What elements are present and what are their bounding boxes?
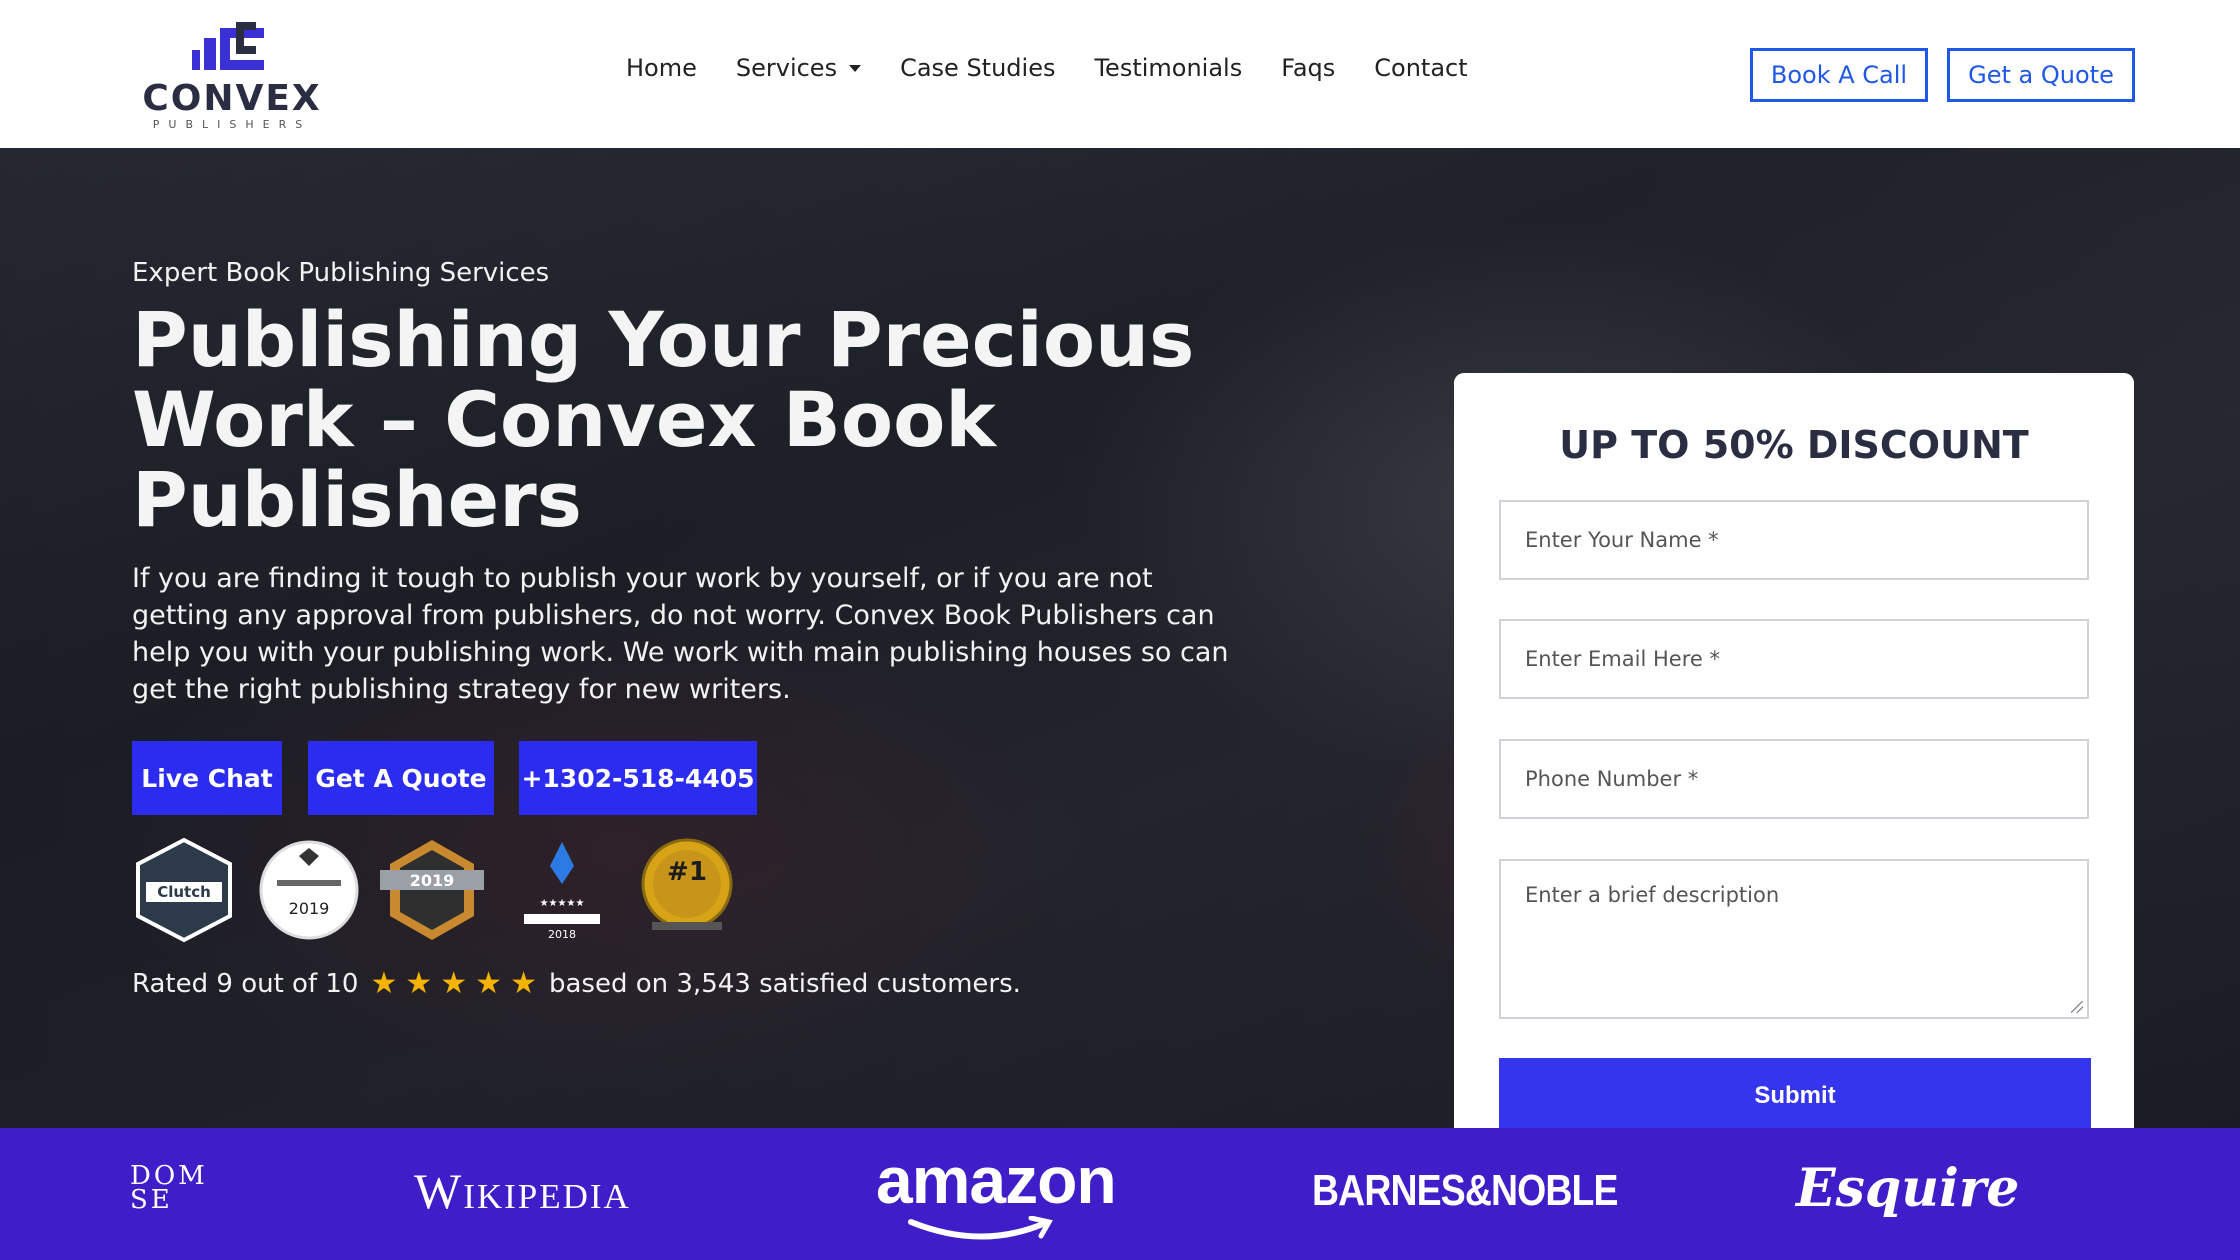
rating-suffix: based on 3,543 satisfied customers. [548,968,1021,999]
brand-domse-text: DOM SE [130,1161,208,1215]
svg-text:★★★★★: ★★★★★ [540,898,585,909]
rating-prefix: Rated 9 out of 10 [132,968,359,999]
brand-esquire-logo: Esquire [1796,1158,2020,1219]
hero-title: Publishing Your Precious Work – Convex B… [132,295,1195,544]
discount-form: UP TO 50% DISCOUNT Enter Your Name * Ent… [1454,373,2134,1179]
star-icon: ★ [510,966,537,1001]
resize-handle-icon[interactable] [2071,1001,2083,1013]
logo-name: CONVEX [142,78,322,119]
submit-button[interactable]: Submit [1499,1058,2091,1134]
main-nav: Home Services Case Studies Testimonials … [626,54,1507,82]
hero-eyebrow: Expert Book Publishing Services [132,258,550,288]
clutch-badge-text: Clutch [157,883,211,901]
amazon-smile-icon [908,1216,1053,1240]
description-placeholder: Enter a brief description [1525,883,1780,907]
phone-button[interactable]: +1302-518-4405 [519,741,757,815]
nav-services[interactable]: Services [735,54,862,82]
nav-home[interactable]: Home [626,54,697,82]
chevron-down-icon [849,64,862,72]
top-content-badge-year: 2019 [289,899,330,918]
number-one-badge-text: #1 [667,857,707,887]
customer-rating: Rated 9 out of 10 ★ ★ ★ ★ ★ based on 3,5… [132,966,1021,1001]
brand-wikipedia-logo: Wikipedia [414,1163,631,1219]
hero-description: If you are finding it tough to publish y… [132,563,1229,705]
phone-field[interactable]: Phone Number * [1499,739,2089,819]
get-a-quote-button[interactable]: Get a Quote [1947,48,2135,102]
email-field[interactable]: Enter Email Here * [1499,619,2089,699]
star-icon: ★ [370,966,398,1001]
brand-domse-logo: DOM SE [130,1161,210,1215]
brand-amazon-logo: amazon [876,1143,1117,1217]
clutch-badge-icon: Clutch [136,837,232,943]
hero-get-quote-button[interactable]: Get A Quote [308,741,494,815]
form-title: UP TO 50% DISCOUNT [1559,423,2029,467]
best-content-seo-badge-year: 2019 [410,871,455,890]
hero-section: Expert Book Publishing Services Publishi… [0,148,2240,1179]
description-textarea[interactable]: Enter a brief description [1499,859,2089,1019]
logo-subtitle: PUBLISHERS [152,118,312,131]
star-icon: ★ [405,966,433,1001]
live-chat-button[interactable]: Live Chat [132,741,282,815]
best-content-marketing-agency-badge-icon: ★★★★★ 2018 [524,842,600,941]
top-content-marketing-badge-icon: 2019 [259,840,359,940]
best-content-seo-badge-icon: 2019 [380,840,484,940]
convex-logo[interactable]: CONVEX PUBLISHERS [132,20,332,132]
brand-barnes-noble-logo: BARNES&NOBLE [1312,1166,1618,1215]
logo-mark-icon [192,22,264,70]
brand-logos-strip: DOM SE Wikipedia amazon BARNES&NOBLE Esq… [0,1128,2240,1260]
star-icon: ★ [475,966,503,1001]
nav-testimonials[interactable]: Testimonials [1094,54,1242,82]
best-content-agency-badge-year: 2018 [548,928,576,941]
nav-case-studies[interactable]: Case Studies [900,54,1055,82]
name-field[interactable]: Enter Your Name * [1499,500,2089,580]
nav-services-label: Services [735,54,838,82]
star-icon: ★ [440,966,468,1001]
nav-faqs[interactable]: Faqs [1281,54,1335,82]
number-one-seo-badge-icon: #1 [641,838,733,930]
rating-stars: ★ ★ ★ ★ ★ [370,966,537,1001]
nav-contact[interactable]: Contact [1374,54,1467,82]
site-header: CONVEX PUBLISHERS Home Services Case Stu… [0,0,2240,148]
book-a-call-button[interactable]: Book A Call [1750,48,1928,102]
